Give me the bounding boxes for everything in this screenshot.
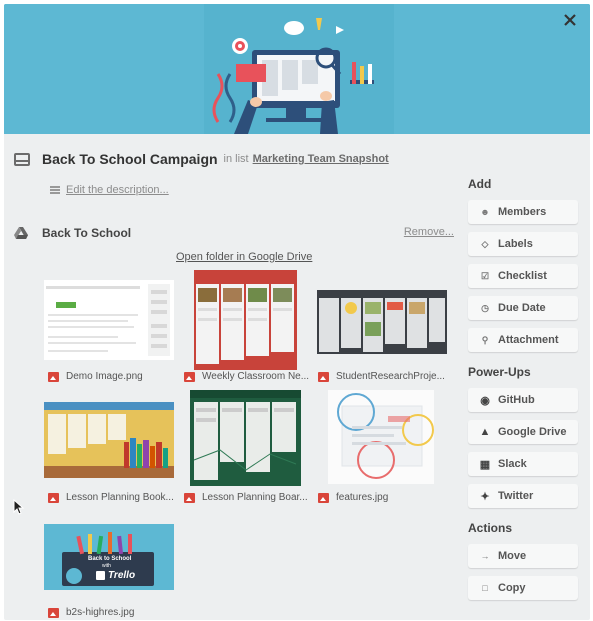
members-button[interactable]: ☻ Members: [468, 200, 578, 224]
list-name-link[interactable]: Marketing Team Snapshot: [253, 153, 389, 165]
add-heading: Add: [468, 177, 492, 191]
attachment-file-name[interactable]: Lesson Planning Boar...: [184, 492, 308, 503]
clock-icon: ◷: [481, 302, 489, 313]
description-icon: [50, 186, 60, 194]
power-ups-heading: Power-Ups: [468, 365, 531, 379]
attachment-file-name[interactable]: Lesson Planning Book...: [48, 492, 174, 503]
attachment-thumbnail[interactable]: [44, 280, 174, 360]
attachment-file-name[interactable]: Weekly Classroom Ne...: [184, 371, 309, 382]
image-file-icon: [318, 371, 329, 382]
in-list-label: in list: [223, 153, 249, 165]
attachment-file-name[interactable]: StudentResearchProje...: [318, 371, 445, 382]
description-row: Edit the description...: [50, 184, 169, 196]
close-icon[interactable]: [560, 10, 580, 30]
copy-button[interactable]: □ Copy: [468, 576, 578, 600]
drive-attachment-header: Back To School Remove...: [14, 223, 454, 243]
copy-icon: □: [482, 583, 488, 593]
attachment-file-name[interactable]: features.jpg: [318, 492, 388, 503]
github-button[interactable]: ◉ GitHub: [468, 388, 578, 412]
trello-logo-icon: [96, 570, 105, 580]
mouse-cursor-icon: [13, 499, 25, 515]
attachment-thumbnail[interactable]: [194, 270, 297, 370]
attachment-thumbnail[interactable]: [44, 402, 174, 478]
twitter-button[interactable]: ✦ Twitter: [468, 484, 578, 508]
card-cover-image: [4, 4, 590, 134]
card-sidebar: Add ☻ Members ◇ Labels ☑ Checklist ◷ Due…: [468, 174, 586, 608]
attachment-folder-title: Back To School: [42, 226, 132, 240]
image-file-icon: [48, 492, 59, 503]
attachment-button[interactable]: ⚲ Attachment: [468, 328, 578, 352]
twitter-icon: ✦: [480, 490, 490, 503]
attachment-file-name[interactable]: b2s-highres.jpg: [48, 607, 134, 618]
tag-icon: ◇: [481, 238, 489, 249]
checklist-button[interactable]: ☑ Checklist: [468, 264, 578, 288]
image-file-icon: [184, 492, 195, 503]
card-detail-window: Back To School Campaign in list Marketin…: [4, 4, 590, 620]
attachment-file-name[interactable]: Demo Image.png: [48, 371, 143, 382]
edit-description-link[interactable]: Edit the description...: [66, 184, 169, 196]
paperclip-icon: ⚲: [481, 334, 489, 345]
card-title[interactable]: Back To School Campaign: [42, 151, 218, 167]
attachment-thumbnail[interactable]: [317, 290, 447, 354]
due-date-button[interactable]: ◷ Due Date: [468, 296, 578, 320]
image-file-icon: [318, 492, 329, 503]
google-drive-icon: [14, 227, 28, 239]
google-drive-button[interactable]: ▲ Google Drive: [468, 420, 578, 444]
card-title-row: Back To School Campaign in list Marketin…: [14, 148, 389, 170]
google-drive-icon: ▲: [479, 426, 491, 438]
promo-text-line1: Back to School: [88, 556, 132, 562]
slack-button[interactable]: ▦ Slack: [468, 452, 578, 476]
image-file-icon: [48, 371, 59, 382]
labels-button[interactable]: ◇ Labels: [468, 232, 578, 256]
promo-brand: Trello: [96, 569, 135, 581]
card-icon: [14, 152, 30, 166]
slack-icon: ▦: [479, 458, 491, 471]
checkbox-icon: ☑: [480, 270, 490, 281]
arrow-right-icon: →: [480, 551, 490, 561]
image-file-icon: [48, 607, 59, 618]
image-file-icon: [184, 371, 195, 382]
attachment-thumbnail[interactable]: [190, 390, 301, 486]
remove-link[interactable]: Remove...: [404, 226, 454, 238]
attachment-thumbnail[interactable]: Back to School with Trello: [44, 524, 174, 590]
open-folder-link[interactable]: Open folder in Google Drive: [176, 251, 312, 263]
actions-heading: Actions: [468, 521, 513, 535]
move-button[interactable]: → Move: [468, 544, 578, 568]
attachment-thumbnail[interactable]: [328, 390, 434, 484]
person-icon: ☻: [480, 207, 490, 217]
github-icon: ◉: [480, 394, 490, 407]
